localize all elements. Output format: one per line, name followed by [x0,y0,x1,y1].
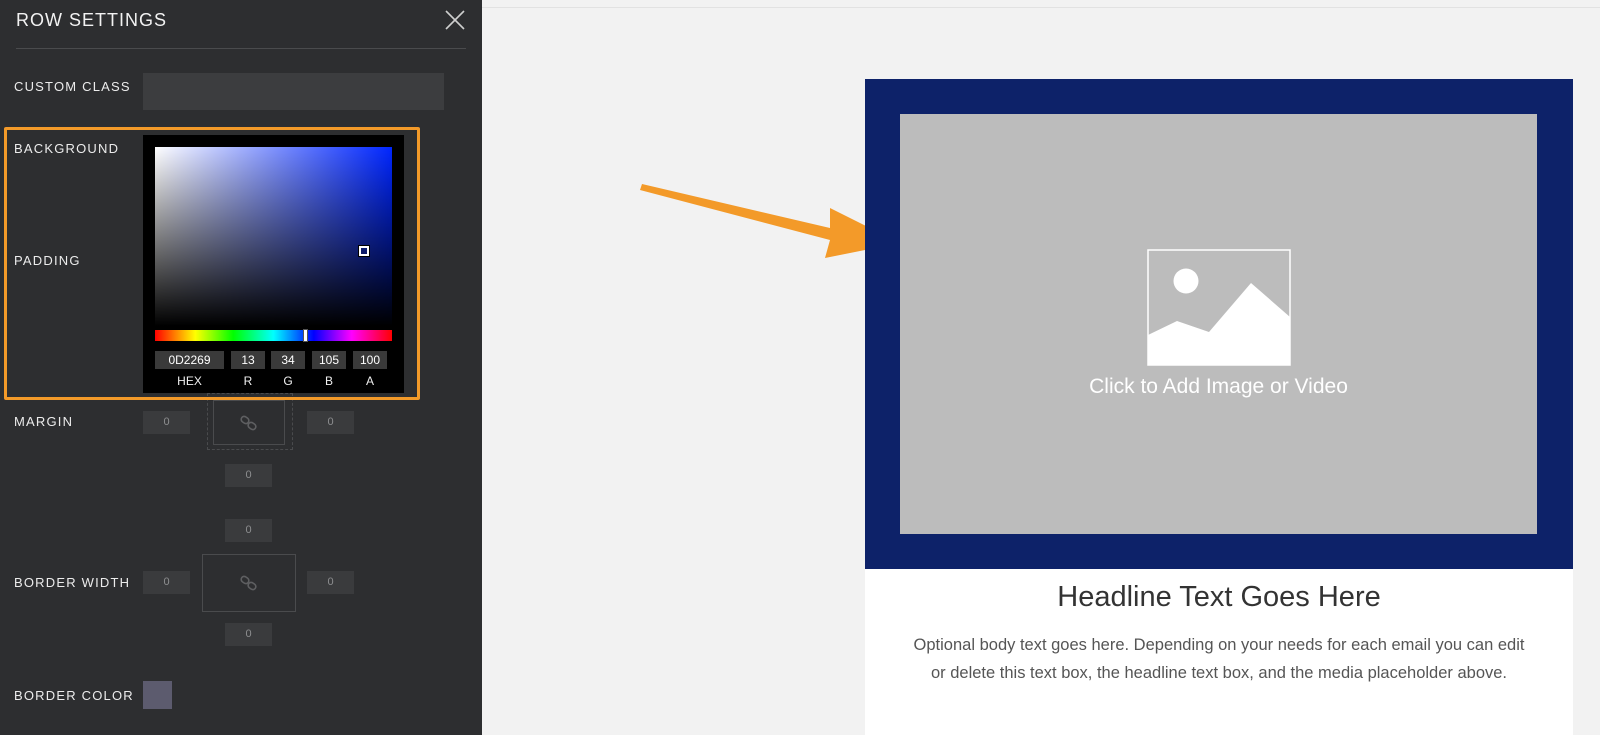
saturation-area[interactable] [155,147,392,326]
media-placeholder[interactable]: Click to Add Image or Video [900,114,1537,534]
row-settings-panel: ROW SETTINGS CUSTOM CLASS BACKGROUND PAD… [0,0,482,735]
blue-input[interactable] [312,351,346,369]
hue-slider[interactable] [155,329,392,342]
content-card: Headline Text Goes Here Optional body te… [865,569,1573,735]
panel-divider [16,48,466,49]
custom-class-input[interactable] [143,73,444,110]
image-icon [1147,249,1291,366]
red-input[interactable] [231,351,265,369]
hex-input[interactable] [155,351,224,369]
border-width-top-input[interactable] [225,519,272,542]
alpha-caption: A [365,374,374,388]
custom-class-label: CUSTOM CLASS [14,79,131,94]
hex-caption: HEX [177,374,202,388]
margin-bottom-input[interactable] [225,464,272,487]
close-icon[interactable] [444,9,466,31]
margin-link-toggle[interactable] [213,400,285,445]
green-caption: G [283,374,293,388]
border-width-right-input[interactable] [307,571,354,594]
blue-caption: B [324,374,333,388]
saturation-handle[interactable] [358,245,370,257]
border-width-bottom-input[interactable] [225,623,272,646]
link-icon [240,415,257,430]
hue-handle[interactable] [303,329,308,342]
color-picker: HEX R G B A [143,135,404,393]
border-width-left-input[interactable] [143,571,190,594]
margin-left-input[interactable] [143,411,190,434]
green-input[interactable] [271,351,305,369]
link-icon [240,575,257,591]
email-row[interactable]: Click to Add Image or Video [865,79,1573,569]
headline-text[interactable]: Headline Text Goes Here [865,581,1573,614]
border-width-label: BORDER WIDTH [14,575,131,590]
arrow-annotation [640,184,900,258]
border-width-link-toggle[interactable] [202,554,296,612]
panel-title: ROW SETTINGS [16,10,167,30]
red-caption: R [243,374,253,388]
body-text[interactable]: Optional body text goes here. Depending … [905,631,1533,687]
margin-label: MARGIN [14,414,74,429]
media-placeholder-label: Click to Add Image or Video [1089,375,1348,398]
canvas-top-border [482,7,1600,8]
margin-right-input[interactable] [307,411,354,434]
border-color-label: BORDER COLOR [14,688,134,703]
border-color-swatch[interactable] [143,681,172,709]
alpha-input[interactable] [353,351,387,369]
